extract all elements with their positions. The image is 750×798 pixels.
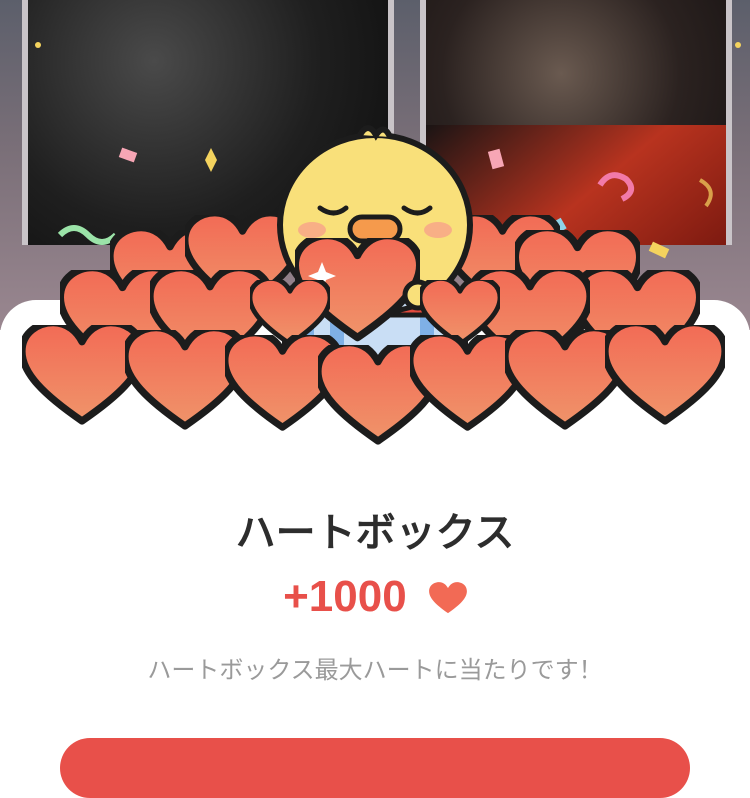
confirm-button[interactable]: [60, 738, 690, 798]
reward-amount-row: +1000: [0, 572, 750, 626]
heart-icon: [22, 323, 142, 421]
reward-amount: +1000: [283, 572, 407, 621]
heart-icon: [605, 323, 725, 421]
hearts-illustration: [0, 125, 750, 470]
result-title: ハートボックス: [235, 510, 515, 556]
heart-icon: [429, 576, 467, 626]
result-message: ハートボックス最大ハートに当たりです！: [147, 656, 603, 684]
